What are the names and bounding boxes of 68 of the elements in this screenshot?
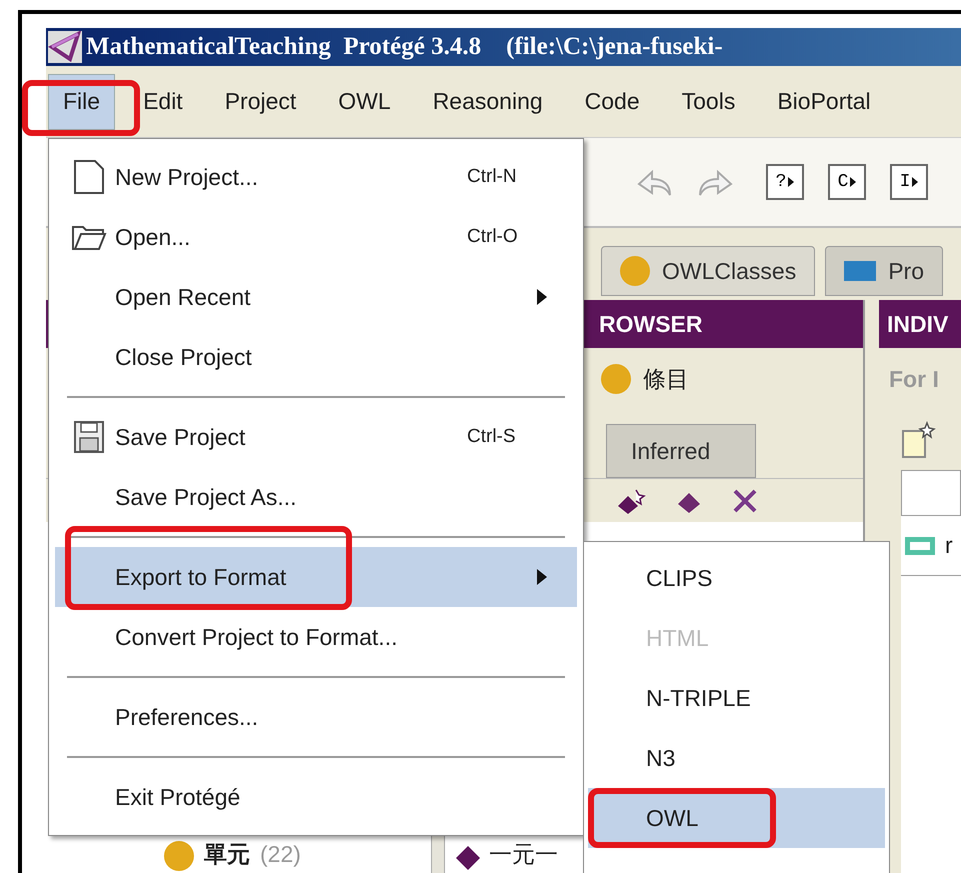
- play-triangle-icon: [788, 177, 794, 187]
- menu-item[interactable]: CLIPS: [588, 548, 885, 608]
- caret-icon: [537, 569, 547, 585]
- menu-item[interactable]: Open... Ctrl-O: [55, 207, 577, 267]
- header-title: ROWSER: [599, 310, 702, 339]
- menu-item[interactable]: Convert Project to Format...: [55, 607, 577, 667]
- individual-row[interactable]: r: [901, 516, 961, 576]
- menu-item-label: Open...: [115, 222, 190, 252]
- query-button[interactable]: ?: [766, 164, 804, 200]
- shortcut-label: Ctrl-N: [467, 164, 518, 189]
- class-icon: [601, 364, 631, 394]
- delete-icon: [732, 488, 758, 514]
- menu-item[interactable]: N-TRIPLE: [588, 668, 885, 728]
- query-button[interactable]: I: [890, 164, 928, 200]
- list-header: [901, 470, 961, 516]
- caret-icon: [537, 289, 547, 305]
- menu-item[interactable]: Save Project Ctrl-S: [55, 407, 577, 467]
- menu-item-label: Exit Protégé: [115, 782, 240, 812]
- play-triangle-icon: [912, 177, 918, 187]
- menu-bar-item[interactable]: Edit: [129, 74, 197, 130]
- tab[interactable]: Inferred: [606, 424, 756, 478]
- class-icon: [164, 841, 194, 871]
- menu-item[interactable]: N3: [588, 728, 885, 788]
- hierarchy-item-label: 一元一: [489, 840, 558, 868]
- menu-item-label: Convert Project to Format...: [115, 622, 398, 652]
- diamond-icon: [455, 845, 481, 871]
- menu-item[interactable]: Preferences...: [55, 687, 577, 747]
- class-icon: [620, 256, 650, 286]
- menu-item-label: Close Project: [115, 342, 252, 372]
- tab[interactable]: Pro: [825, 246, 943, 296]
- menu-item[interactable]: OWL: [588, 788, 885, 848]
- menu-item[interactable]: Open Recent: [55, 267, 577, 327]
- page-icon: [73, 159, 105, 195]
- menu-bar-item[interactable]: Code: [570, 74, 654, 130]
- menu-item[interactable]: Save Project As...: [55, 467, 577, 527]
- menu-item-label: Export to Format: [115, 562, 286, 592]
- play-triangle-icon: [850, 177, 856, 187]
- menu-item[interactable]: New Project... Ctrl-N: [55, 147, 577, 207]
- menu-item-label: Save Project: [115, 422, 246, 452]
- shortcut-label: Ctrl-S: [467, 424, 517, 449]
- menu-item-label: New Project...: [115, 162, 258, 192]
- menu-bar-item[interactable]: Reasoning: [418, 74, 557, 130]
- menu-item-label: Save Project As...: [115, 482, 297, 512]
- menu-bar-item[interactable]: BioPortal: [763, 74, 885, 130]
- folder-icon: [71, 223, 107, 251]
- add-class-icon: [616, 488, 646, 514]
- menu-item[interactable]: Close Project: [55, 327, 577, 387]
- menu-bar-item[interactable]: Tools: [668, 74, 750, 130]
- new-instance-icon: [901, 421, 937, 459]
- individual-icon: [905, 536, 935, 554]
- property-icon: [844, 261, 876, 281]
- tab[interactable]: OWLClasses: [601, 246, 816, 296]
- tree-item-label: 單元: [204, 840, 250, 868]
- individual-label: r: [945, 531, 953, 560]
- menu-item-label: Preferences...: [115, 702, 258, 732]
- caption: For I: [889, 364, 939, 394]
- root-class-label: 條目: [643, 364, 689, 394]
- app-logo-icon: [48, 31, 82, 63]
- shortcut-label: Ctrl-O: [467, 224, 519, 249]
- window-title: MathematicalTeaching Protégé 3.4.8 (file:\C:\jena-fuseki-: [86, 32, 723, 62]
- menu-item[interactable]: Exit Protégé: [55, 767, 577, 827]
- menu-item[interactable]: Export to Format: [55, 547, 577, 607]
- menu-bar-item[interactable]: Project: [210, 74, 310, 130]
- query-button[interactable]: C: [828, 164, 866, 200]
- menu-item-label: Open Recent: [115, 282, 251, 312]
- menu-bar-item[interactable]: OWL: [324, 74, 405, 130]
- header-title: INDIV: [887, 310, 948, 339]
- instance-count: (22): [260, 840, 301, 869]
